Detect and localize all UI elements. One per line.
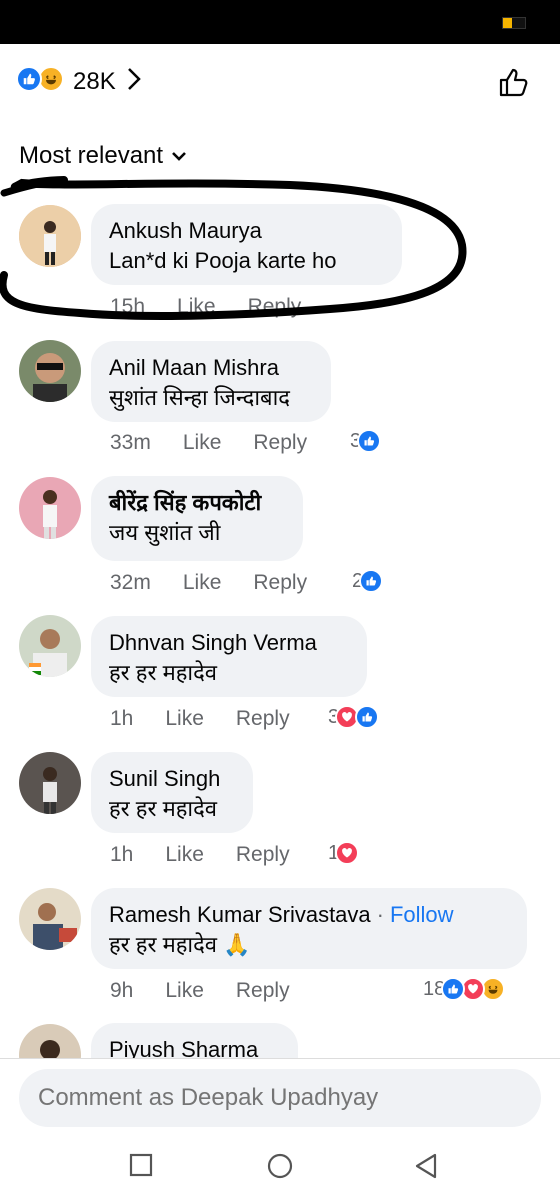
comment-time: 32m	[110, 571, 151, 594]
comment-actions: 33m Like Reply	[110, 431, 339, 455]
comment-text: हर हर महादेव 🙏	[109, 932, 251, 957]
reaction-count[interactable]: 28K	[73, 68, 116, 96]
sort-dropdown[interactable]: Most relevant	[19, 142, 187, 170]
comment-text: हर हर महादेव	[109, 796, 218, 821]
comment-reactions[interactable]: 3	[350, 429, 382, 453]
avatar[interactable]	[19, 477, 81, 539]
comment-actions: 15h Like Reply	[110, 295, 333, 319]
comment-text: हर हर महादेव	[109, 660, 218, 685]
comment-reactions[interactable]: 1	[328, 841, 360, 865]
chevron-down-icon	[172, 152, 186, 161]
commenter-name[interactable]: Dhnvan Singh Verma	[109, 628, 349, 658]
like-icon	[355, 705, 380, 729]
reply-button[interactable]: Reply	[253, 431, 307, 455]
comment-reactions[interactable]: 18	[423, 977, 506, 1001]
like-button[interactable]: Like	[165, 707, 204, 731]
like-button[interactable]: Like	[183, 571, 222, 595]
comment-reactions[interactable]: 3	[328, 705, 380, 729]
avatar[interactable]	[19, 615, 81, 677]
comment-actions: 32m Like Reply	[110, 571, 339, 595]
comment-time: 15h	[110, 295, 146, 318]
comment-text: Lan*d ki Pooja karte ho	[109, 248, 337, 273]
commenter-name[interactable]: Ankush Maurya	[109, 216, 384, 246]
comment-composer	[0, 1058, 560, 1139]
like-outline-icon[interactable]	[498, 66, 530, 98]
commenter-name-row: Ramesh Kumar Srivastava · Follow	[109, 902, 454, 927]
system-nav-bar	[0, 1138, 560, 1200]
comment-input[interactable]	[19, 1069, 541, 1127]
comment-bubble[interactable]: Dhnvan Singh Verma हर हर महादेव	[91, 616, 367, 697]
avatar[interactable]	[19, 752, 81, 814]
like-icon	[441, 977, 466, 1001]
comment-bubble[interactable]: Ramesh Kumar Srivastava · Follow हर हर महा…	[91, 888, 527, 969]
comment-time: 33m	[110, 431, 151, 454]
commenter-name[interactable]: Anil Maan Mishra	[109, 353, 313, 383]
reply-button[interactable]: Reply	[236, 843, 290, 867]
sort-label: Most relevant	[19, 142, 164, 169]
avatar[interactable]	[19, 888, 81, 950]
reply-button[interactable]: Reply	[236, 707, 290, 731]
comment-text: सुशांत सिन्हा जिन्दाबाद	[109, 385, 290, 410]
comment-text: जय सुशांत जी	[109, 520, 221, 545]
commenter-name[interactable]: बीरेंद्र सिंह कपकोटी	[109, 488, 285, 518]
comment-bubble[interactable]: Anil Maan Mishra सुशांत सिन्हा जिन्दाबाद	[91, 341, 331, 422]
recent-apps-icon[interactable]	[128, 1152, 154, 1178]
comment-actions: 1h Like Reply	[110, 843, 322, 867]
home-icon[interactable]	[266, 1152, 294, 1180]
like-button[interactable]: Like	[165, 843, 204, 867]
comment-bubble[interactable]: Ankush Maurya Lan*d ki Pooja karte ho	[91, 204, 402, 285]
comment-actions: 9h Like Reply	[110, 979, 322, 1003]
love-icon	[335, 841, 360, 865]
commenter-name[interactable]: Sunil Singh	[109, 764, 235, 794]
avatar[interactable]	[19, 340, 81, 402]
follow-button[interactable]: Follow	[390, 902, 454, 927]
comment-bubble[interactable]: Sunil Singh हर हर महादेव	[91, 752, 253, 833]
reply-button[interactable]: Reply	[248, 295, 302, 319]
battery-icon	[502, 17, 526, 29]
like-icon	[359, 569, 384, 593]
chevron-right-icon[interactable]	[126, 66, 142, 92]
comment-time: 9h	[110, 979, 134, 1002]
like-icon	[357, 429, 382, 453]
like-icon	[16, 66, 42, 92]
like-button[interactable]: Like	[165, 979, 204, 1003]
back-icon[interactable]	[412, 1152, 440, 1180]
like-button[interactable]: Like	[183, 431, 222, 455]
reply-button[interactable]: Reply	[253, 571, 307, 595]
commenter-name[interactable]: Ramesh Kumar Srivastava	[109, 902, 371, 927]
commenter-name[interactable]: Piyush Sharma	[109, 1035, 280, 1058]
comment-reactions[interactable]: 2	[352, 569, 384, 593]
comment-time: 1h	[110, 707, 134, 730]
comment-actions: 1h Like Reply	[110, 707, 322, 731]
comment-bubble[interactable]: बीरेंद्र सिंह कपकोटी जय सुशांत जी	[91, 476, 303, 561]
reaction-summary[interactable]	[16, 66, 66, 96]
comment-item: Piyush Sharma	[0, 1022, 560, 1058]
reply-button[interactable]: Reply	[236, 979, 290, 1003]
status-bar	[0, 0, 560, 44]
like-button[interactable]: Like	[177, 295, 216, 319]
avatar[interactable]	[19, 205, 81, 267]
reactions-bar: 28K	[0, 44, 560, 124]
avatar[interactable]	[19, 1024, 81, 1058]
comment-bubble[interactable]: Piyush Sharma	[91, 1023, 298, 1058]
comment-time: 1h	[110, 843, 134, 866]
